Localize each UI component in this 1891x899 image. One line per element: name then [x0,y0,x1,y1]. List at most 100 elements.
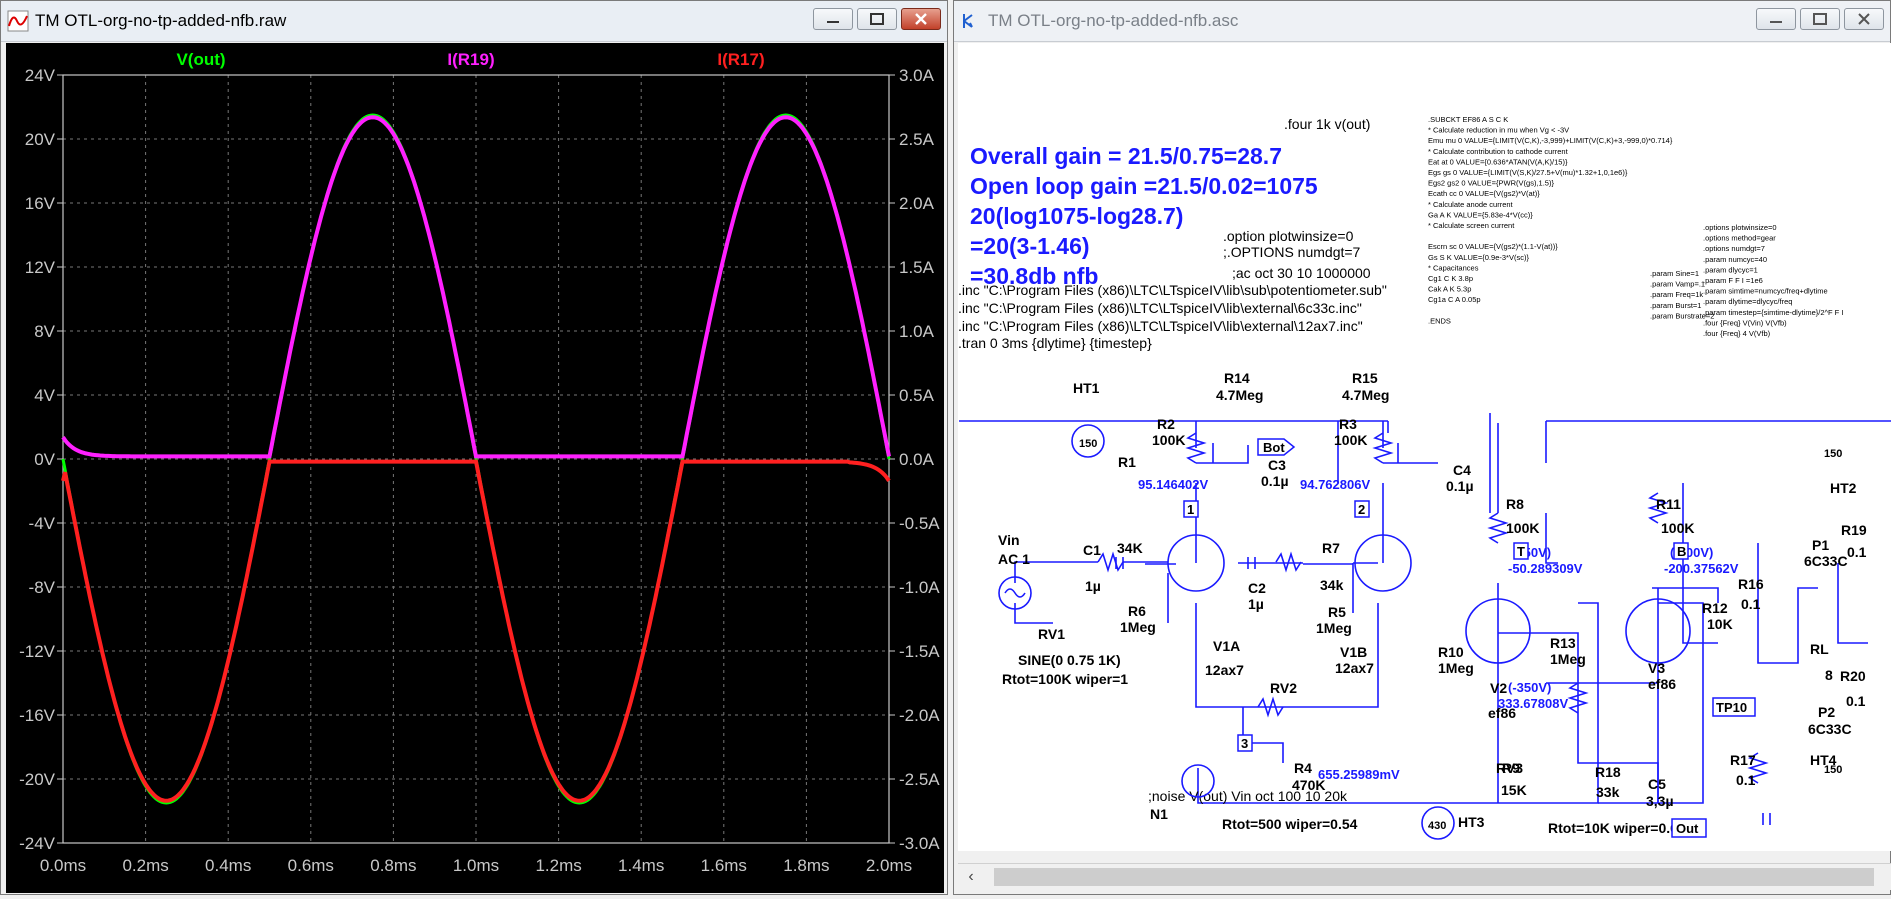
right-y-tick-label: 2.0A [899,194,935,213]
option-line: .options method=gear [1703,234,1776,243]
label-r3: R3 [1339,416,1357,432]
close-button[interactable] [901,8,941,30]
label-r19: R19 [1841,522,1867,538]
value-v1b: 12ax7 [1335,660,1374,676]
label-c4: C4 [1453,462,1471,478]
option-line: .param dlycyc=1 [1703,265,1758,274]
label-v2: V2 [1490,680,1507,696]
right-y-tick-label: -3.0A [899,834,940,853]
label-r12: R12 [1702,600,1728,616]
label-v1a: V1A [1213,638,1240,654]
option-line: .param numcyc=40 [1703,255,1767,264]
value-c1: 1µ [1085,578,1101,594]
value-r14: 4.7Meg [1216,387,1263,403]
value-c3: 0.1µ [1261,473,1289,489]
value-rv2: Rtot=500 wiper=0.54 [1222,816,1358,832]
value-r6: 1Meg [1120,619,1156,635]
flag-t: T [1517,544,1525,559]
maximize-icon [1813,13,1827,25]
label-r18: R18 [1595,764,1621,780]
value-sine: SINE(0 0.75 1K) [1018,652,1121,668]
label-vin: Vin [998,532,1020,548]
label-rv2: RV2 [1270,680,1297,696]
trace-label-2: I(R17) [717,50,764,69]
directive-inc2: .inc "C:\Program Files (x86)\LTC\LTspice… [958,300,1362,316]
waveform-titlebar[interactable]: TM OTL-org-no-tp-added-nfb.raw [1,1,947,42]
label-c3: C3 [1268,457,1286,473]
left-y-tick-label: -8V [29,578,56,597]
subckt-line: .ENDS [1428,316,1451,325]
right-y-tick-label: 3.0A [899,66,935,85]
left-y-tick-label: -20V [19,770,56,789]
param-line: .param Vamp=.1 [1650,280,1705,289]
right-y-tick-label: -2.5A [899,770,940,789]
subckt-line: * Capacitances [1428,263,1479,272]
label-r6: R6 [1128,603,1146,619]
subckt-line: .SUBCKT EF86 A S C K [1428,115,1508,124]
label-ht3: HT3 [1458,814,1485,830]
x-tick-label: 0.0ms [40,856,86,875]
schematic-close-button[interactable] [1844,8,1884,30]
value-r12: 10K [1707,616,1733,632]
subckt-line: * Calculate contribution to cathode curr… [1428,147,1569,156]
option-line: .param simtime=numcyc/freq+dlytime [1703,287,1828,296]
subckt-line: Ecath cc 0 VALUE={V(gs2)*V(at)} [1428,189,1540,198]
waveform-chart[interactable]: 0.0ms 0.2ms 0.4ms 0.6ms 0.8ms 1.0ms 1.2ms 1.4ms… [6,43,944,893]
label-v1b: V1B [1340,644,1367,660]
directive-opt2: ;.OPTIONS numdgt=7 [1223,244,1361,260]
subckt-line: Ga A K VALUE={5.83e-4*V(cc)} [1428,210,1533,219]
minimize-button[interactable] [813,8,853,30]
left-y-tick-label: 12V [25,258,56,277]
waveform-app-icon [7,10,29,32]
option-line: .four {Freq} 4 V(Vfb) [1703,329,1771,338]
value-r9: 15K [1501,782,1527,798]
flag-3: 3 [1241,736,1248,751]
schematic-horizontal-scrollbar[interactable]: ‹ [958,863,1891,890]
left-y-tick-label: 8V [34,322,55,341]
left-y-tick-label: 24V [25,66,56,85]
scroll-left-arrow-icon[interactable]: ‹ [958,864,984,890]
schematic-titlebar[interactable]: TM OTL-org-no-tp-added-nfb.asc [954,1,1890,42]
value-rv3: Rtot=10K wiper=0.61 [1548,820,1686,836]
directive-opt3: ;ac oct 30 10 1000000 [1232,265,1371,281]
subckt-line: * Calculate reduction in mu when Vg < -3… [1428,126,1569,135]
trace-label-1: I(R19) [447,50,494,69]
waveform-window[interactable]: TM OTL-org-no-tp-added-nfb.raw 0.0ms 0.2m… [0,0,948,895]
option-line: .options numdgt=7 [1703,244,1765,253]
label-r5: R5 [1328,604,1346,620]
subckt-line: Cak A K 5.3p [1428,285,1471,294]
subckt-line: Emu mu 0 VALUE={LIMIT(V(C,K),-3,999)+LIM… [1428,136,1673,145]
right-y-tick-label: 2.5A [899,130,935,149]
value-r19: 0.1 [1847,544,1867,560]
value-r20: 0.1 [1846,693,1866,709]
x-tick-label: 0.4ms [205,856,251,875]
r1-symbol [1097,551,1124,573]
voltage-a2: -50.289309V [1508,561,1583,576]
waveform-plot-area[interactable]: 0.0ms 0.2ms 0.4ms 0.6ms 0.8ms 1.0ms 1.2ms 1.4ms… [6,43,944,893]
note-gain2: Open loop gain =21.5/0.02=1075 [970,173,1318,199]
subckt-listing: .SUBCKT EF86 A S C K * Calculate reductio… [1428,115,1673,325]
sine-icon [1004,588,1026,598]
label-r16: R16 [1738,576,1764,592]
note-gain1: Overall gain = 21.5/0.75=28.7 [970,143,1282,169]
scrollbar-thumb[interactable] [994,868,1874,886]
minimize-icon [1770,21,1782,23]
param-list-right: .options plotwinsize=0 .options method=ge… [1703,223,1843,338]
voltage-c1: (-350V) [1508,680,1551,695]
x-tick-label: 0.8ms [370,856,416,875]
voltage-v1a: 95.146402V [1138,477,1208,492]
voltage-c2: 333.67808V [1498,696,1568,711]
param-line: .param Sine=1 [1650,269,1699,278]
schematic-maximize-button[interactable] [1800,8,1840,30]
value-p2: 6C33C [1808,721,1852,737]
value-ht3: 430 [1428,820,1446,832]
flag-b: B [1677,544,1686,559]
maximize-icon [870,13,884,25]
schematic-drawing[interactable]: Overall gain = 21.5/0.75=28.7 Open loop … [958,43,1891,851]
schematic-minimize-button[interactable] [1756,8,1796,30]
schematic-window[interactable]: TM OTL-org-no-tp-added-nfb.asc Overall g… [953,0,1891,895]
directive-tran: .tran 0 3ms {dlytime} {timestep} [958,335,1152,351]
value-r10: 1Meg [1438,660,1474,676]
maximize-button[interactable] [857,8,897,30]
schematic-canvas[interactable]: Overall gain = 21.5/0.75=28.7 Open loop … [958,43,1891,851]
